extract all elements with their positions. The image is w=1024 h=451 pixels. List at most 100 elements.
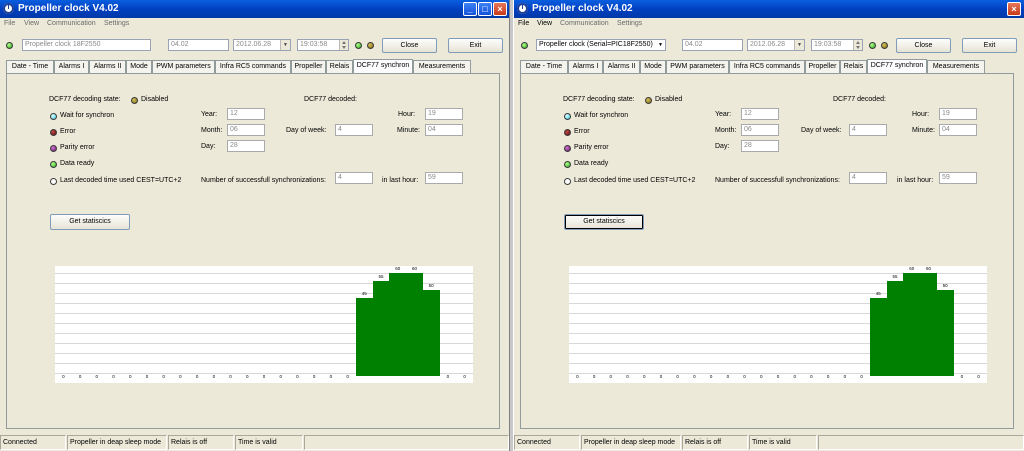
day-field[interactable]: 28	[227, 140, 265, 152]
version-field[interactable]: 04.02	[682, 39, 743, 51]
wait-led	[564, 113, 571, 120]
tab-relais[interactable]: Relais	[326, 60, 353, 73]
get-statistics-button[interactable]: Get statiscics	[564, 214, 644, 230]
sync-chart: 0 0 0 0 0 0 0 0 0 0 0 0 0 0 0 0 0 0 45 55 60 60 50 0 0	[55, 266, 473, 383]
zero-value-label: 0	[826, 374, 830, 379]
device-select[interactable]: Propeller clock (Serial=PIC18F2550) ▼	[536, 39, 666, 51]
last-hour-field[interactable]: 59	[425, 172, 463, 184]
tab-propeller[interactable]: Propeller	[805, 60, 840, 73]
minute-label: Minute:	[397, 127, 420, 134]
tab-pwm-parameters[interactable]: PWM parameters	[152, 60, 215, 73]
close-button[interactable]: Close	[382, 38, 437, 53]
tab-date-time[interactable]: Date - Time	[6, 60, 54, 73]
window-left: Propeller clock V4.02 _ □ × File View Co…	[0, 0, 509, 451]
tab-propeller[interactable]: Propeller	[291, 60, 326, 73]
hour-field[interactable]: 19	[425, 108, 463, 120]
tab-relais[interactable]: Relais	[840, 60, 867, 73]
tab-infra-rc5[interactable]: Infra RC5 commands	[729, 60, 805, 73]
menu-view[interactable]: View	[24, 20, 39, 27]
sync-label: Number of successfull synchronizations:	[201, 177, 326, 184]
date-picker[interactable]: 2012.06.28 ▼	[747, 39, 805, 51]
zero-value-label: 0	[776, 374, 780, 379]
date-picker[interactable]: 2012.06.28 ▼	[233, 39, 291, 51]
state-led	[131, 97, 138, 104]
tab-mode[interactable]: Mode	[640, 60, 666, 73]
title-bar[interactable]: Propeller clock V4.02 _ □ ×	[0, 0, 509, 18]
zero-value-label: 0	[62, 374, 65, 379]
menu-view[interactable]: View	[537, 20, 552, 27]
tab-mode[interactable]: Mode	[126, 60, 152, 73]
error-led	[50, 129, 57, 136]
minute-field[interactable]: 04	[939, 124, 977, 136]
sync-field[interactable]: 4	[335, 172, 373, 184]
legend-parity: Parity error	[574, 144, 609, 151]
spin-icon[interactable]	[853, 40, 862, 50]
close-button[interactable]: Close	[896, 38, 951, 53]
last-hour-field[interactable]: 59	[939, 172, 977, 184]
exit-button[interactable]: Exit	[962, 38, 1017, 53]
menu-settings[interactable]: Settings	[104, 20, 129, 27]
month-field[interactable]: 06	[741, 124, 779, 136]
chevron-down-icon[interactable]: ▼	[280, 40, 290, 50]
version-field[interactable]: 04.02	[168, 39, 229, 51]
minimize-button[interactable]: _	[463, 2, 477, 16]
hour-field[interactable]: 19	[939, 108, 977, 120]
dow-label: Day of week:	[801, 127, 842, 134]
minute-label: Minute:	[912, 127, 935, 134]
tab-date-time[interactable]: Date - Time	[520, 60, 568, 73]
sync-label: Number of successfull synchronizations:	[715, 177, 840, 184]
tab-infra-rc5[interactable]: Infra RC5 commands	[215, 60, 291, 73]
sync-field[interactable]: 4	[849, 172, 887, 184]
menu-communication[interactable]: Communication	[47, 20, 96, 27]
month-field[interactable]: 06	[227, 124, 265, 136]
minute-field[interactable]: 04	[425, 124, 463, 136]
menu-settings[interactable]: Settings	[617, 20, 642, 27]
chevron-down-icon[interactable]: ▼	[794, 40, 804, 50]
tab-alarms-ii[interactable]: Alarms II	[603, 60, 640, 73]
zero-value-label: 0	[195, 374, 199, 379]
dow-field[interactable]: 4	[335, 124, 373, 136]
time-field[interactable]: 19:03:58	[297, 39, 349, 51]
status-connection: Connected	[514, 435, 580, 450]
year-field[interactable]: 12	[227, 108, 265, 120]
tab-measurements[interactable]: Measurements	[927, 60, 985, 73]
close-window-button[interactable]: ×	[493, 2, 507, 16]
time-value: 19:03:58	[300, 41, 328, 48]
year-label: Year:	[201, 111, 218, 118]
time-field[interactable]: 19:03:58	[811, 39, 863, 51]
menu-file[interactable]: File	[518, 20, 529, 27]
zero-value-label: 0	[296, 374, 299, 379]
tab-alarms-ii[interactable]: Alarms II	[89, 60, 126, 73]
tab-pwm-parameters[interactable]: PWM parameters	[666, 60, 729, 73]
menu-communication[interactable]: Communication	[560, 20, 609, 27]
tab-measurements[interactable]: Measurements	[413, 60, 471, 73]
chart-bar	[936, 289, 954, 376]
spin-icon[interactable]	[339, 40, 348, 50]
get-statistics-button[interactable]: Get statiscics	[50, 214, 130, 230]
chart-bar	[389, 273, 407, 376]
ready-led	[50, 161, 57, 168]
error-led	[564, 129, 571, 136]
tab-alarms-i[interactable]: Alarms I	[54, 60, 89, 73]
device-field[interactable]: Propeller clock 18F2550	[22, 39, 151, 51]
title-bar[interactable]: Propeller clock V4.02 ×	[514, 0, 1024, 18]
chart-bar	[903, 273, 921, 376]
year-field[interactable]: 12	[741, 108, 779, 120]
maximize-button[interactable]: □	[478, 2, 492, 16]
menu-file[interactable]: File	[4, 20, 15, 27]
tab-dcf77-synchron[interactable]: DCF77 synchron	[353, 59, 413, 73]
dow-field[interactable]: 4	[849, 124, 887, 136]
month-label: Month:	[715, 127, 737, 134]
menu-bar: File View Communication Settings	[514, 19, 1024, 31]
day-field[interactable]: 28	[741, 140, 779, 152]
close-window-button[interactable]: ×	[1007, 2, 1021, 16]
last-hour-label: in last hour:	[897, 177, 934, 184]
exit-button[interactable]: Exit	[448, 38, 503, 53]
chevron-down-icon[interactable]: ▼	[656, 40, 665, 50]
tab-dcf77-synchron[interactable]: DCF77 synchron	[867, 59, 927, 73]
tab-alarms-i[interactable]: Alarms I	[568, 60, 603, 73]
zero-value-label: 0	[726, 374, 730, 379]
zero-value-label: 0	[463, 374, 466, 379]
bar-value-label: 60	[395, 266, 401, 271]
status-empty	[304, 435, 509, 450]
